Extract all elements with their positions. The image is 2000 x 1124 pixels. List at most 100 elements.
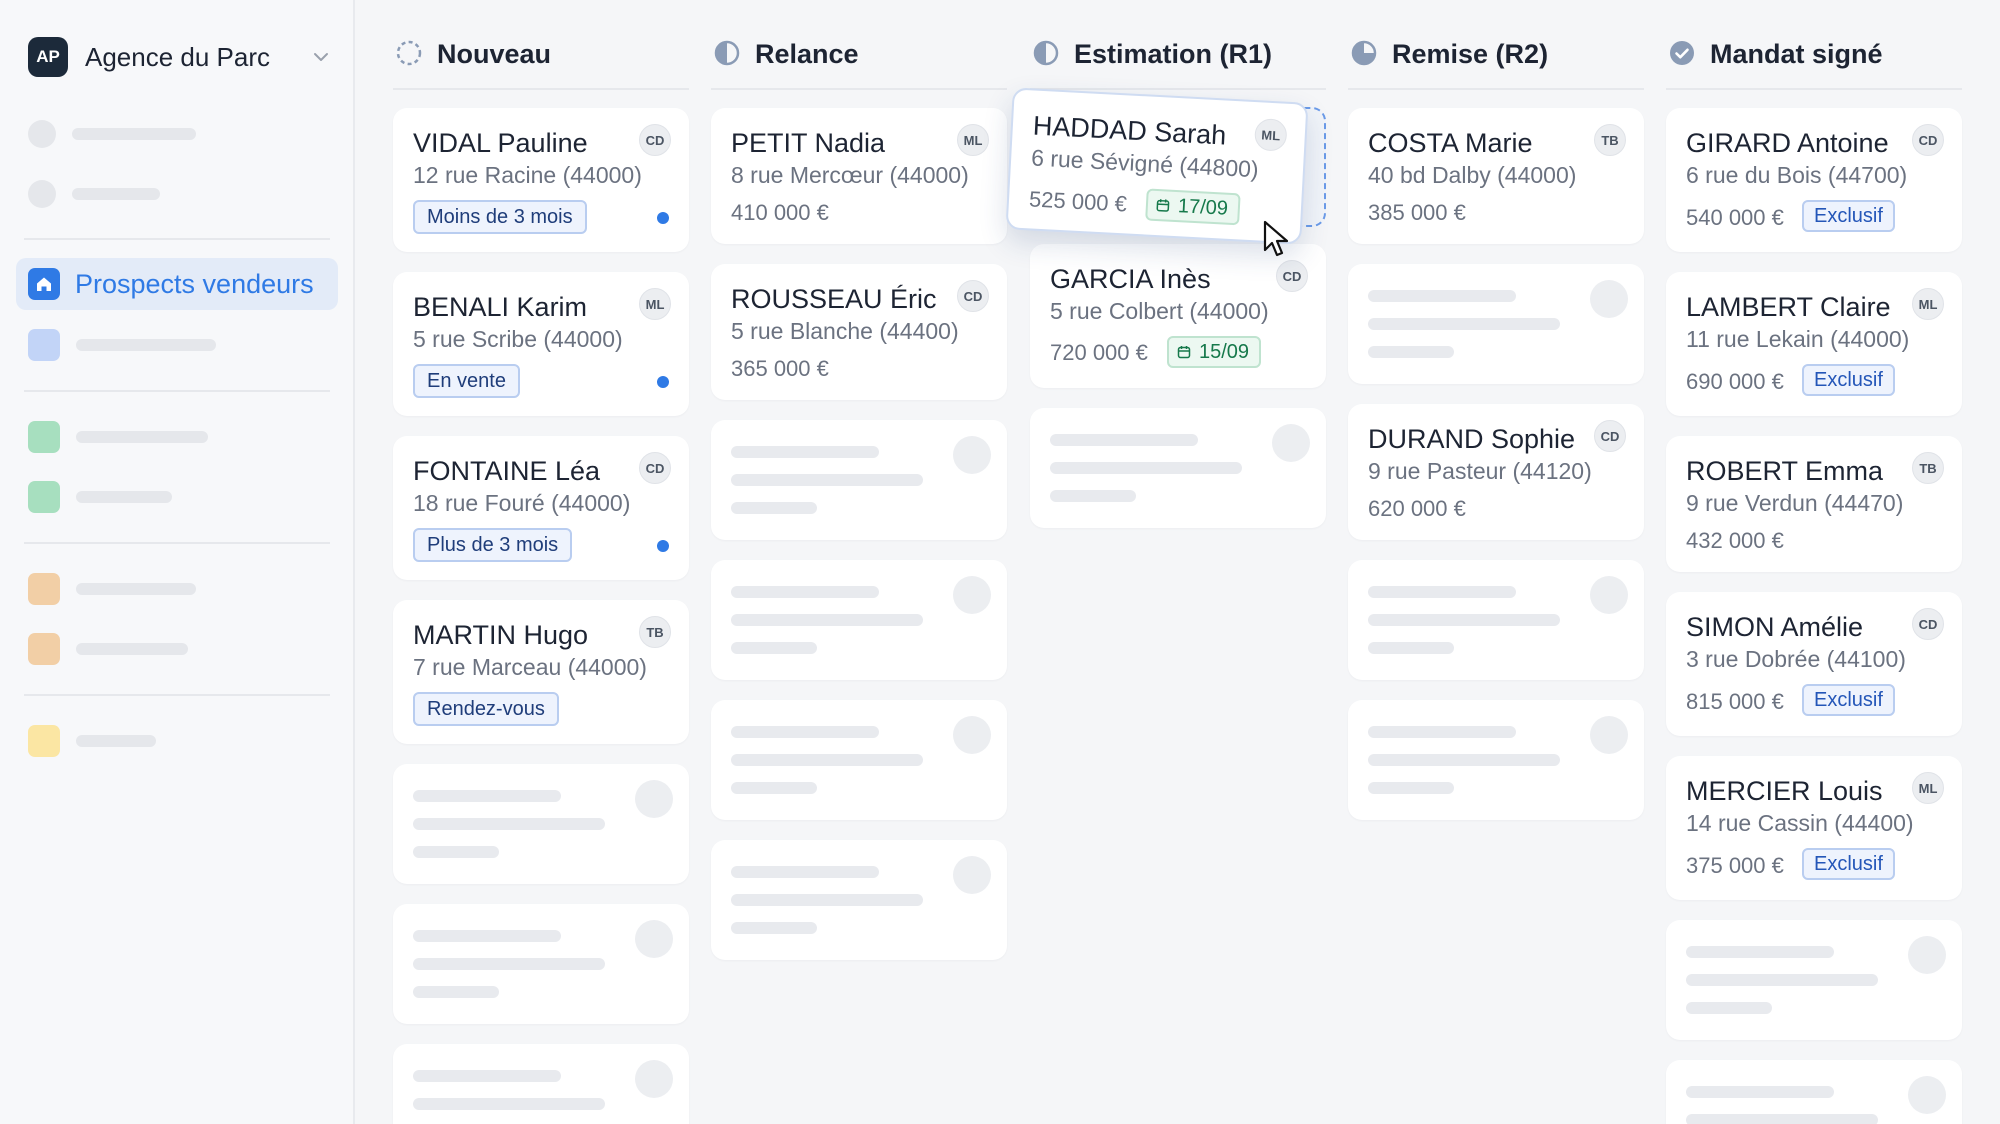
agent-avatar: TB (1594, 124, 1626, 156)
prospect-address: 18 rue Fouré (44000) (413, 490, 631, 516)
prospect-name: SIMON Amélie (1686, 612, 1864, 642)
prospect-name: PETIT Nadia (731, 128, 886, 158)
agent-avatar: CD (639, 124, 671, 156)
prospect-card[interactable]: BENALI Karim ML 5 rue Scribe (44000) En … (393, 272, 689, 416)
appointment-date-chip: 17/09 (1145, 188, 1241, 226)
column-header: Nouveau (393, 34, 689, 90)
exclusive-tag: Exclusif (1802, 848, 1895, 880)
column-header: Relance (711, 34, 1007, 90)
prospect-price: 620 000 € (1368, 496, 1466, 521)
prospect-name: COSTA Marie (1368, 128, 1533, 158)
prospect-address: 14 rue Cassin (44400) (1686, 810, 1914, 836)
prospect-tag: Moins de 3 mois (413, 200, 587, 234)
prospect-price: 720 000 € (1050, 340, 1148, 365)
sidebar-item-placeholder[interactable] (28, 120, 196, 148)
placeholder-label (76, 583, 196, 595)
prospect-card[interactable]: DURAND Sophie CD 9 rue Pasteur (44120) 6… (1348, 404, 1644, 540)
column-title: Estimation (R1) (1074, 39, 1273, 69)
appointment-date: 15/09 (1199, 340, 1250, 363)
prospect-name: VIDAL Pauline (413, 128, 588, 158)
prospect-name: MARTIN Hugo (413, 620, 589, 650)
prospect-tag: En vente (413, 364, 520, 398)
agent-avatar: ML (957, 124, 989, 156)
unread-dot (657, 376, 669, 388)
calendar-icon (1156, 199, 1170, 212)
sidebar-item-placeholder[interactable] (28, 725, 156, 757)
sidebar-item-placeholder[interactable] (28, 573, 196, 605)
placeholder-card (711, 700, 1007, 820)
prospect-card[interactable]: COSTA Marie TB 40 bd Dalby (44000) 385 0… (1348, 108, 1644, 244)
prospect-price: 410 000 € (731, 200, 829, 225)
prospect-card[interactable]: FONTAINE Léa CD 18 rue Fouré (44000) Plu… (393, 436, 689, 580)
column-header: Remise (R2) (1348, 34, 1644, 90)
placeholder-card (711, 560, 1007, 680)
placeholder-icon (28, 481, 60, 513)
agent-avatar: TB (1912, 452, 1944, 484)
sidebar-item-placeholder[interactable] (28, 329, 216, 361)
check-circle-icon (1670, 41, 1694, 65)
placeholder-icon (28, 573, 60, 605)
prospect-price: 365 000 € (731, 356, 829, 381)
prospect-name: FONTAINE Léa (413, 456, 601, 486)
org-name: Agence du Parc (85, 41, 271, 72)
prospect-address: 40 bd Dalby (44000) (1368, 162, 1577, 188)
agent-avatar: CD (1594, 420, 1626, 452)
quarter-pie-icon (714, 40, 740, 66)
sidebar-item-placeholder[interactable] (28, 481, 172, 513)
prospect-address: 11 rue Lekain (44000) (1686, 326, 1910, 352)
prospect-card[interactable]: PETIT Nadia ML 8 rue Mercœur (44000) 410… (711, 108, 1007, 244)
prospect-name: LAMBERT Claire (1686, 292, 1891, 322)
agent-avatar: ML (1912, 772, 1944, 804)
placeholder-card (1348, 560, 1644, 680)
appointment-date: 17/09 (1177, 194, 1229, 220)
prospect-address: 7 rue Marceau (44000) (413, 654, 647, 680)
placeholder-card (393, 1044, 689, 1124)
calendar-icon (1177, 346, 1191, 359)
prospect-card[interactable]: MERCIER Louis ML 14 rue Cassin (44400) 3… (1666, 756, 1962, 900)
prospect-card[interactable]: GIRARD Antoine CD 6 rue du Bois (44700) … (1666, 108, 1962, 252)
prospect-price: 815 000 € (1686, 689, 1784, 714)
prospect-card[interactable]: VIDAL Pauline CD 12 rue Racine (44000) M… (393, 108, 689, 252)
placeholder-card (393, 764, 689, 884)
prospect-card[interactable]: ROBERT Emma TB 9 rue Verdun (44470) 432 … (1666, 436, 1962, 572)
prospect-address: 9 rue Verdun (44470) (1686, 490, 1904, 516)
prospect-tag: Plus de 3 mois (413, 528, 573, 562)
prospect-price: 525 000 € (1028, 186, 1128, 217)
prospect-card[interactable]: LAMBERT Claire ML 11 rue Lekain (44000) … (1666, 272, 1962, 416)
half-pie-icon (1033, 40, 1059, 66)
column-title: Remise (R2) (1392, 39, 1549, 69)
column-nouveau: Nouveau VIDAL Pauline CD 12 rue Racine (… (393, 0, 689, 1124)
prospect-price: 375 000 € (1686, 853, 1784, 878)
sidebar-item-label: Prospects vendeurs (75, 268, 314, 299)
placeholder-card (711, 420, 1007, 540)
prospect-card[interactable]: ROUSSEAU Éric CD 5 rue Blanche (44400) 3… (711, 264, 1007, 400)
placeholder-label (76, 491, 172, 503)
chevron-down-icon[interactable] (309, 45, 333, 69)
column-header: Estimation (R1) (1030, 34, 1326, 90)
column-relance: Relance PETIT Nadia ML 8 rue Mercœur (44… (711, 0, 1007, 1124)
org-switcher[interactable]: AP Agence du Parc (28, 33, 333, 81)
column-mandat-signe: Mandat signé GIRARD Antoine CD 6 rue du … (1666, 0, 1962, 1124)
agent-avatar: CD (1912, 124, 1944, 156)
sidebar-item-placeholder[interactable] (28, 421, 208, 453)
placeholder-icon (28, 180, 56, 208)
sidebar-item-prospects-vendeurs[interactable]: Prospects vendeurs (16, 258, 338, 310)
exclusive-tag: Exclusif (1802, 200, 1895, 232)
sidebar-divider (24, 542, 330, 544)
prospect-card[interactable]: SIMON Amélie CD 3 rue Dobrée (44100) 815… (1666, 592, 1962, 736)
placeholder-icon (28, 120, 56, 148)
placeholder-label (72, 188, 160, 200)
three-quarter-pie-icon (1351, 40, 1377, 66)
column-title: Mandat signé (1710, 39, 1883, 69)
sidebar-item-placeholder[interactable] (28, 633, 188, 665)
placeholder-card (1666, 920, 1962, 1040)
column-header: Mandat signé (1666, 34, 1962, 90)
dashed-circle-icon (396, 40, 422, 66)
prospect-card[interactable]: GARCIA Inès CD 5 rue Colbert (44000) 720… (1030, 244, 1326, 388)
placeholder-icon (28, 421, 60, 453)
prospect-tag: Rendez-vous (413, 692, 559, 726)
prospect-card[interactable]: MARTIN Hugo TB 7 rue Marceau (44000) Ren… (393, 600, 689, 744)
agent-avatar: ML (1912, 288, 1944, 320)
exclusive-tag: Exclusif (1802, 364, 1895, 396)
sidebar-item-placeholder[interactable] (28, 180, 160, 208)
